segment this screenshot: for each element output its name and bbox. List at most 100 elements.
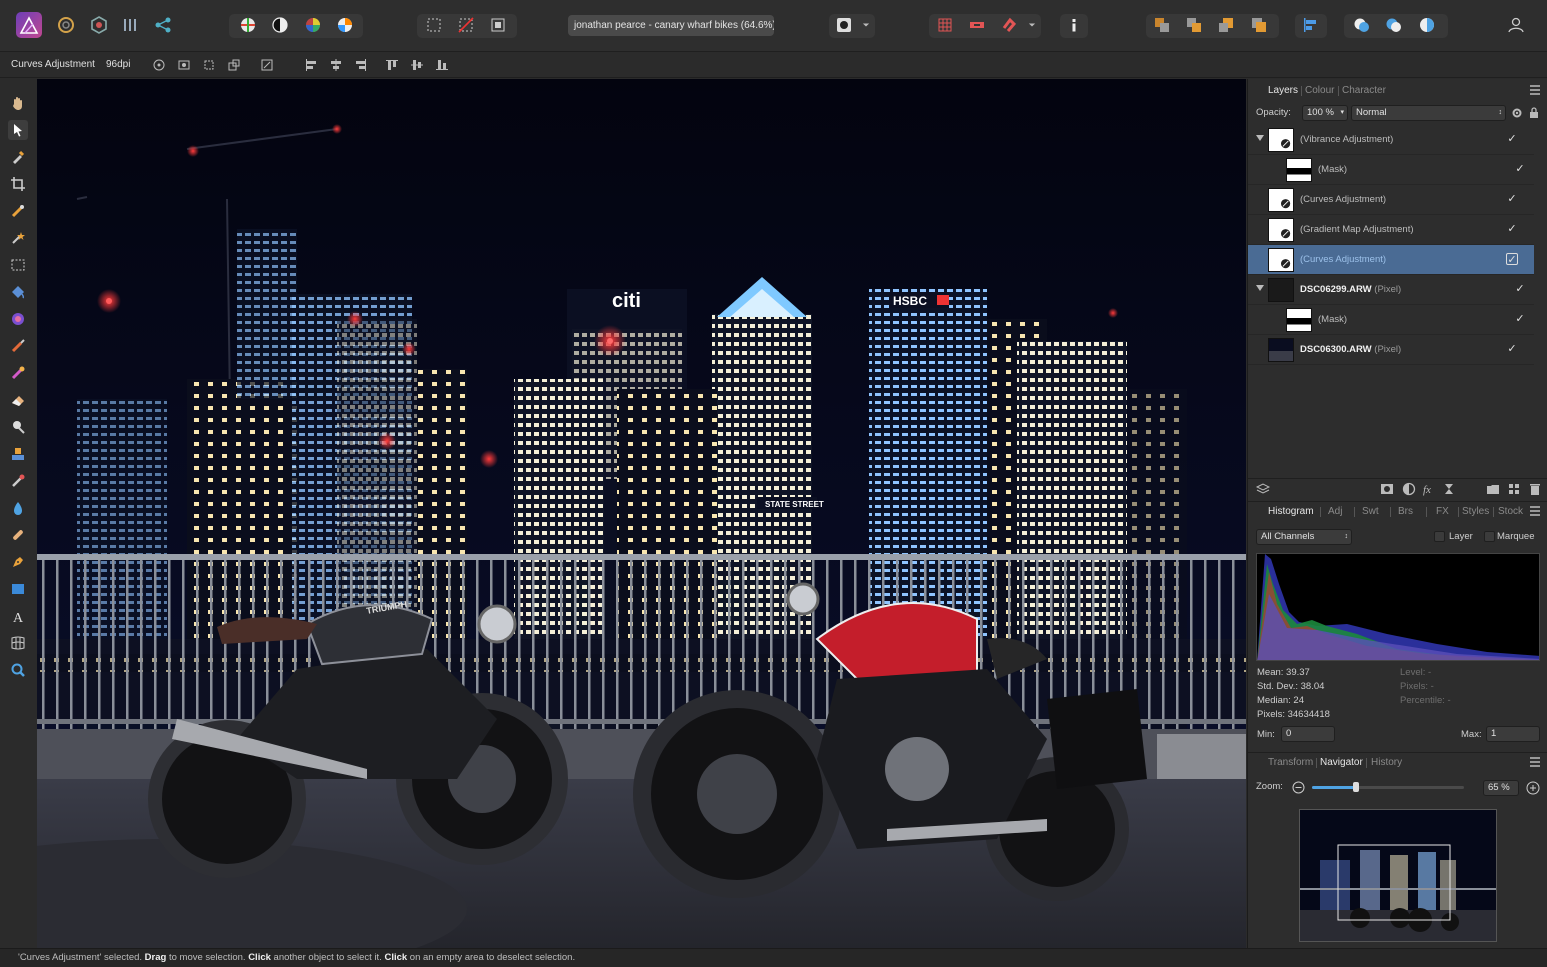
tab-fx[interactable]: FX <box>1436 506 1449 517</box>
mask-icon[interactable] <box>1380 482 1394 496</box>
clone-tool-icon[interactable] <box>8 444 28 464</box>
document-canvas[interactable]: citi HSBC STATE STREET TRIUMPH <box>37 79 1246 948</box>
fx-icon[interactable]: fx <box>1422 482 1436 496</box>
align-left-edge-icon[interactable] <box>302 56 320 74</box>
info-icon[interactable] <box>1064 15 1084 35</box>
layer-row[interactable]: (Mask) ✓ <box>1248 305 1534 335</box>
align-right-edge-icon[interactable] <box>352 56 370 74</box>
layer-row[interactable]: DSC06299.ARW (Pixel) ✓ <box>1248 275 1534 305</box>
layer-checkbox[interactable] <box>1434 531 1445 542</box>
subtract-icon[interactable] <box>1384 15 1404 35</box>
layer-row[interactable]: (Gradient Map Adjustment) ✓ <box>1248 215 1534 245</box>
panel-menu-icon[interactable] <box>1530 506 1542 516</box>
tab-character[interactable]: Character <box>1342 85 1386 96</box>
max-field[interactable]: 1 <box>1486 726 1540 742</box>
zoom-out-icon[interactable] <box>1292 781 1305 794</box>
panel-menu-icon[interactable] <box>1530 757 1542 767</box>
selection-brush-tool-icon[interactable] <box>8 201 28 221</box>
paint-brush-tool-icon[interactable] <box>8 336 28 356</box>
tab-histogram[interactable]: Histogram <box>1268 506 1314 517</box>
white-balance-icon[interactable] <box>335 15 355 35</box>
text-tool-icon[interactable]: A <box>8 606 28 626</box>
visibility-checkbox[interactable]: ✓ <box>1506 193 1518 205</box>
blur-brush-tool-icon[interactable] <box>8 498 28 518</box>
rectangle-marquee-tool-icon[interactable] <box>8 255 28 275</box>
align-left-icon[interactable] <box>1301 15 1321 35</box>
liquify-persona-icon[interactable] <box>56 15 76 35</box>
layer-row[interactable]: (Vibrance Adjustment) ✓ <box>1248 125 1534 155</box>
tone-mapping-persona-icon[interactable] <box>121 15 141 35</box>
colour-replacement-tool-icon[interactable] <box>8 363 28 383</box>
erase-brush-tool-icon[interactable] <box>8 390 28 410</box>
snapping-magnet-icon[interactable] <box>999 15 1019 35</box>
tab-colour[interactable]: Colour <box>1305 85 1334 96</box>
min-field[interactable]: 0 <box>1281 726 1335 742</box>
mesh-warp-tool-icon[interactable] <box>8 633 28 653</box>
invert-selection-icon[interactable] <box>488 15 508 35</box>
panel-menu-icon[interactable] <box>1530 85 1542 95</box>
move-to-front-icon[interactable] <box>1249 15 1269 35</box>
document-title[interactable]: jonathan pearce - canary wharf bikes (64… <box>568 15 774 36</box>
tab-styles[interactable]: Styles <box>1462 506 1489 517</box>
align-middle-icon[interactable] <box>408 56 426 74</box>
visibility-checkbox[interactable]: ✓ <box>1514 313 1526 325</box>
show-selection-box-icon[interactable] <box>175 56 193 74</box>
deselect-icon[interactable] <box>456 15 476 35</box>
tab-stock[interactable]: Stock <box>1498 506 1523 517</box>
visibility-checkbox[interactable]: ✓ <box>1514 283 1526 295</box>
group-folder-icon[interactable] <box>1486 482 1500 496</box>
disclosure-triangle-icon[interactable] <box>1256 285 1264 291</box>
adjustment-icon[interactable] <box>1402 482 1416 496</box>
align-top-edge-icon[interactable] <box>383 56 401 74</box>
tab-transform[interactable]: Transform <box>1268 757 1313 768</box>
visibility-checkbox[interactable]: ✓ <box>1506 343 1518 355</box>
tab-swatches[interactable]: Swt <box>1362 506 1379 517</box>
hand-tool-icon[interactable] <box>8 93 28 113</box>
tab-navigator[interactable]: Navigator <box>1320 757 1363 768</box>
marquee-selection-icon[interactable] <box>424 15 444 35</box>
flood-select-tool-icon[interactable] <box>8 228 28 248</box>
levels-icon[interactable] <box>238 15 258 35</box>
intersect-icon[interactable] <box>1417 15 1437 35</box>
tab-adjustments[interactable]: Adj <box>1328 506 1342 517</box>
layer-row[interactable]: DSC06300.ARW (Pixel) ✓ <box>1248 335 1534 365</box>
crop-tool-icon[interactable] <box>8 174 28 194</box>
layer-options-gear-icon[interactable] <box>1511 107 1523 119</box>
tab-layers[interactable]: Layers <box>1268 85 1298 96</box>
convert-to-curves-icon[interactable] <box>225 56 243 74</box>
visibility-checkbox[interactable]: ✓ <box>1514 163 1526 175</box>
tab-history[interactable]: History <box>1371 757 1402 768</box>
zoom-field[interactable]: 65 % <box>1483 780 1519 796</box>
dodge-tool-icon[interactable] <box>8 417 28 437</box>
layer-row[interactable]: (Curves Adjustment) ✓ <box>1248 245 1534 275</box>
export-persona-icon[interactable] <box>153 15 173 35</box>
chevron-down-icon[interactable] <box>859 15 873 35</box>
rotate-icon[interactable] <box>258 56 276 74</box>
move-back-icon[interactable] <box>1152 15 1172 35</box>
chevron-down-icon[interactable] <box>1025 15 1039 35</box>
opacity-field[interactable]: 100 % ▾ <box>1302 105 1348 121</box>
align-centre-icon[interactable] <box>327 56 345 74</box>
layer-row[interactable]: (Curves Adjustment) ✓ <box>1248 185 1534 215</box>
channel-select[interactable]: All Channels ↕ <box>1256 529 1352 545</box>
move-forward-icon[interactable] <box>1184 15 1204 35</box>
visibility-checkbox[interactable]: ✓ <box>1506 133 1518 145</box>
add-icon[interactable] <box>1352 15 1372 35</box>
zoom-tool-icon[interactable] <box>8 660 28 680</box>
tab-brushes[interactable]: Brs <box>1398 506 1413 517</box>
zoom-slider[interactable] <box>1312 782 1464 792</box>
disclosure-triangle-icon[interactable] <box>1256 135 1264 141</box>
affinity-photo-logo-icon[interactable] <box>16 12 42 38</box>
transform-box-icon[interactable] <box>200 56 218 74</box>
contrast-icon[interactable] <box>270 15 290 35</box>
trash-icon[interactable] <box>1528 482 1542 496</box>
healing-brush-tool-icon[interactable] <box>8 525 28 545</box>
flood-fill-tool-icon[interactable] <box>8 282 28 302</box>
zoom-slider-thumb[interactable] <box>1353 782 1360 792</box>
visibility-checkbox[interactable]: ✓ <box>1506 253 1518 266</box>
move-tool-icon[interactable] <box>8 120 28 140</box>
develop-persona-icon[interactable] <box>89 15 109 35</box>
live-filter-icon[interactable] <box>1442 482 1456 496</box>
pen-tool-icon[interactable] <box>8 552 28 572</box>
align-bottom-edge-icon[interactable] <box>433 56 451 74</box>
